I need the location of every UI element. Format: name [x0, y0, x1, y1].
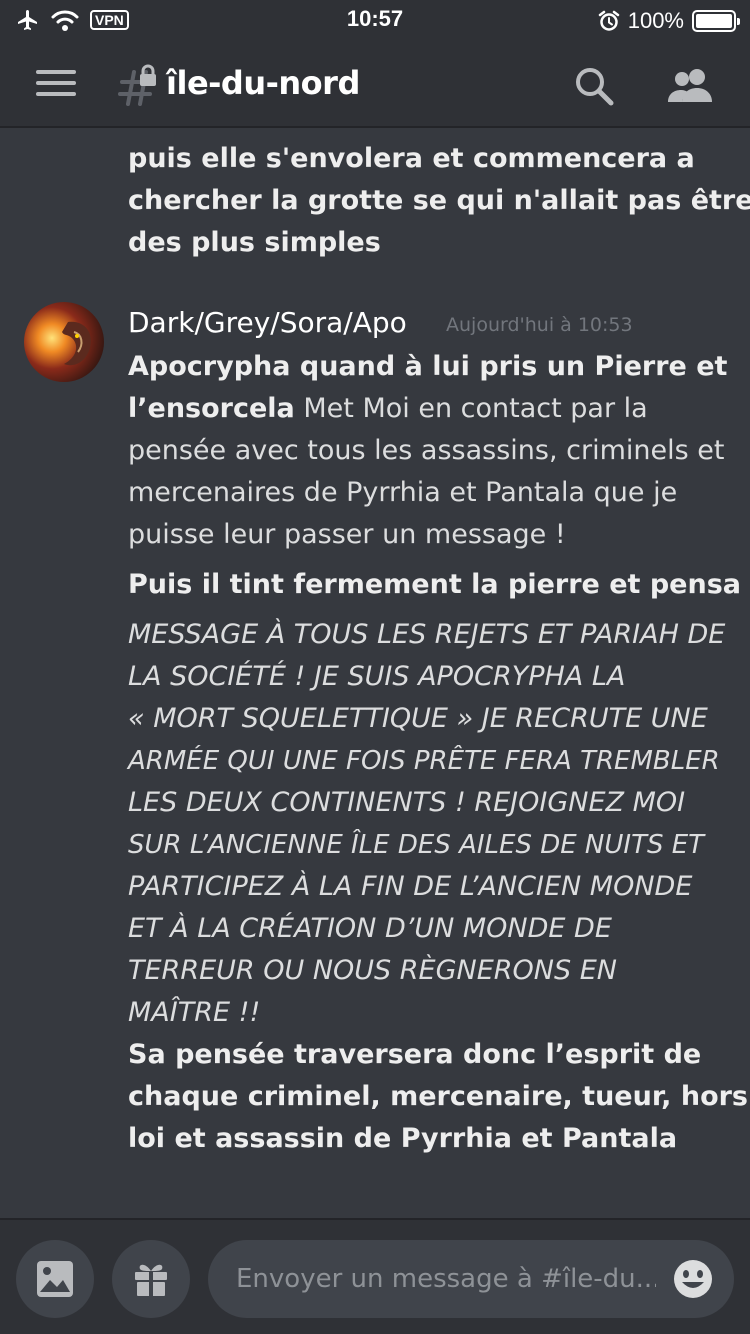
- menu-icon: [36, 70, 76, 74]
- status-right: 100%: [598, 8, 740, 34]
- message-line: loi et assassin de Pyrrhia et Pantala: [128, 1123, 678, 1154]
- channel-header: île-du-nord: [0, 40, 750, 128]
- avatar[interactable]: [24, 302, 104, 382]
- italic-line: ET À LA CRÉATION D’UN MONDE DE: [128, 913, 612, 944]
- status-bar: VPN 10:57 100%: [0, 0, 750, 40]
- menu-button[interactable]: [36, 70, 76, 100]
- message-line: des plus simples: [128, 227, 381, 258]
- emoji-icon[interactable]: [672, 1258, 714, 1300]
- message-composer: [0, 1218, 750, 1334]
- message-author[interactable]: Dark/Grey/Sora/Apo: [128, 306, 407, 339]
- message-line: puisse leur passer un message !: [128, 519, 566, 550]
- message-input[interactable]: [236, 1258, 656, 1300]
- message-line: chercher la grotte se qui n'allait pas ê…: [128, 185, 750, 216]
- message-line: pensée avec tous les assassins, criminel…: [128, 435, 725, 466]
- italic-line: SUR L’ANCIENNE ÎLE DES AILES DE NUITS ET: [128, 830, 705, 860]
- battery-percent: 100%: [627, 8, 684, 33]
- image-upload-button[interactable]: [16, 1240, 94, 1318]
- italic-line: LA SOCIÉTÉ ! JE SUIS APOCRYPHA LA: [128, 661, 626, 692]
- message-input-container: [208, 1240, 734, 1318]
- search-icon[interactable]: [572, 64, 616, 108]
- message-list: puis elle s'envolera et commencera a che…: [0, 130, 750, 1218]
- bold-text: l’ensorcela: [128, 393, 295, 424]
- message-line: Puis il tint fermement la pierre et pens…: [128, 569, 742, 600]
- top-bar: VPN 10:57 100% île-du-nord: [0, 0, 750, 128]
- members-icon[interactable]: [664, 64, 716, 108]
- locked-channel-icon: [118, 64, 156, 106]
- italic-line: « MORT SQUELETTIQUE » JE RECRUTE UNE: [128, 703, 708, 734]
- gift-button[interactable]: [112, 1240, 190, 1318]
- message-line: puis elle s'envolera et commencera a: [128, 143, 695, 174]
- message-timestamp: Aujourd'hui à 10:53: [446, 314, 633, 336]
- message-line: Sa pensée traversera donc l’esprit de: [128, 1039, 702, 1070]
- message-line: Apocrypha quand à lui pris un Pierre et: [128, 351, 728, 382]
- italic-line: TERREUR OU NOUS RÈGNERONS EN: [128, 955, 617, 986]
- italic-line: PARTICIPEZ À LA FIN DE L’ANCIEN MONDE: [128, 871, 693, 902]
- channel-name: île-du-nord: [166, 64, 360, 102]
- message-line: l’ensorcela Met Moi en contact par la: [128, 388, 648, 430]
- italic-line: MESSAGE À TOUS LES REJETS ET PARIAH DE: [128, 619, 726, 650]
- image-icon: [37, 1261, 73, 1297]
- message-line: mercenaires de Pyrrhia et Pantala que je: [128, 477, 678, 508]
- italic-line: LES DEUX CONTINENTS ! REJOIGNEZ MOI: [128, 787, 686, 818]
- italic-line: ARMÉE QUI UNE FOIS PRÊTE FERA TREMBLER: [128, 746, 720, 776]
- gift-icon: [135, 1264, 167, 1296]
- message-text: Met Moi en contact par la: [294, 393, 648, 424]
- battery-icon: [692, 10, 740, 32]
- message-line: chaque criminel, mercenaire, tueur, hors…: [128, 1081, 750, 1112]
- alarm-icon: [598, 10, 619, 31]
- italic-line: MAÎTRE !!: [128, 997, 261, 1028]
